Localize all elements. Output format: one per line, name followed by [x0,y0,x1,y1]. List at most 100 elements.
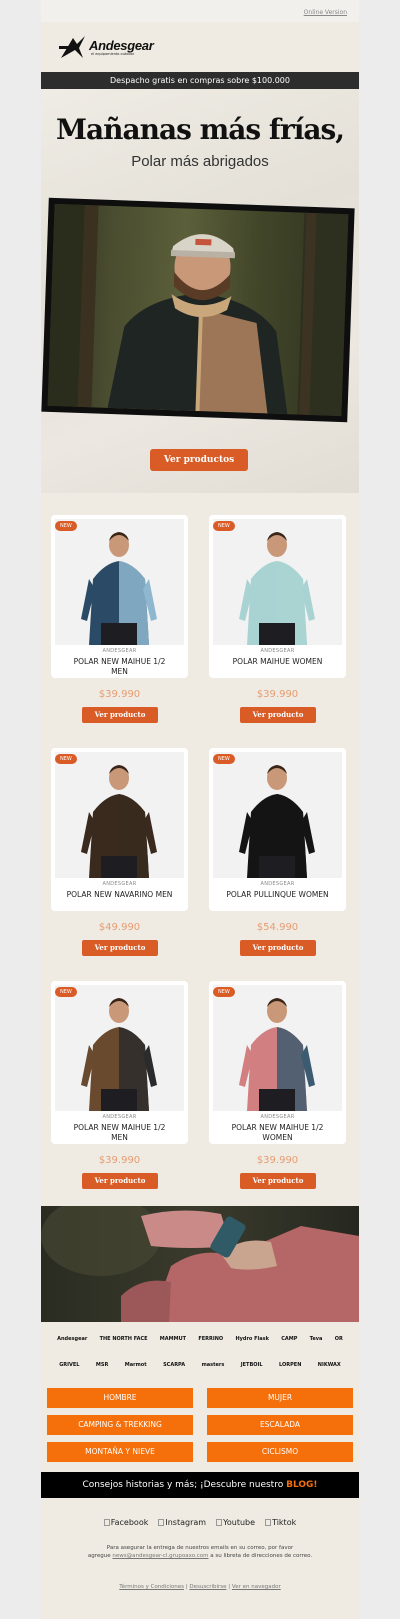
brand-logo[interactable]: SCARPA [163,1362,185,1368]
brand-logo[interactable]: Teva [310,1336,323,1342]
ver-producto-button[interactable]: Ver producto [240,1173,316,1189]
product-image[interactable] [213,752,342,878]
youtube-link[interactable]: Youtube [216,1518,255,1527]
blog-banner[interactable]: Consejos historias y más; ¡Descubre nues… [41,1472,359,1498]
category-button[interactable]: MUJER [207,1388,353,1408]
product-card[interactable]: NEW ANDESGEAR POLAR PULLINQUE WOMEN [209,748,346,911]
ver-producto-button[interactable]: Ver producto [82,940,158,956]
andesgear-logo[interactable]: Andesgear el equipamiento outdoor [59,34,154,60]
online-version-link[interactable]: Online Version [304,9,347,16]
product-brand: ANDESGEAR [102,648,137,654]
brand-logo[interactable]: Hydro Flask [235,1336,268,1342]
product-name[interactable]: POLAR NEW MAIHUE 1/2 MEN [51,657,188,677]
product-card[interactable]: NEW ANDESGEAR POLAR NEW MAIHUE 1/2 WOMEN [209,981,346,1144]
brand-logo[interactable]: THE NORTH FACE [100,1336,148,1342]
broken-image-icon [216,1518,223,1526]
ver-producto-button[interactable]: Ver producto [240,707,316,723]
gloves-banner-image[interactable] [41,1206,359,1322]
terms-link[interactable]: Términos y Condiciones [119,1584,184,1590]
hero-subtitle: Polar más abrigados [131,153,269,170]
broken-image-icon [158,1518,165,1526]
product-card[interactable]: NEW ANDESGEAR POLAR NEW MAIHUE 1/2 MEN [51,515,188,678]
footnote-line2-post: a su libreta de direcciones de correo. [208,1553,313,1559]
product-name[interactable]: POLAR NEW MAIHUE 1/2 WOMEN [209,1123,346,1143]
view-in-browser-link[interactable]: Ver en navegador [232,1584,281,1590]
ver-producto-button[interactable]: Ver producto [82,1173,158,1189]
social-label: Youtube [223,1517,256,1527]
product-model-illustration [239,998,315,1111]
new-badge: NEW [55,521,77,531]
footer-links: Términos y Condiciones | Desuscribirse |… [41,1584,359,1590]
brand-logo[interactable]: masters [202,1362,225,1368]
product-price: $39.990 [98,1155,141,1166]
product-price: $39.990 [256,689,299,700]
broken-image-icon [265,1518,272,1526]
social-label: Facebook [110,1517,149,1527]
footnote-email-link[interactable]: news@andesgear-cl.grupoaxo.com [112,1553,208,1559]
category-button[interactable]: CICLISMO [207,1442,353,1462]
hero-model-illustration [47,203,349,417]
product-model-illustration [81,532,157,645]
product-card[interactable]: NEW ANDESGEAR POLAR MAIHUE WOMEN [209,515,346,678]
product-card[interactable]: NEW ANDESGEAR POLAR NEW MAIHUE 1/2 MEN [51,981,188,1144]
brand-logo[interactable]: Marmot [125,1362,147,1368]
product-name[interactable]: POLAR NEW NAVARINO MEN [51,890,188,900]
unsubscribe-link[interactable]: Desuscribirse [189,1584,226,1590]
broken-image-icon [103,1518,110,1526]
social-links: Facebook Instagram Youtube Tiktok [41,1498,359,1538]
product-brand: ANDESGEAR [102,881,137,887]
product-price: $39.990 [256,1155,299,1166]
brand-logo[interactable]: OR [335,1336,343,1342]
instagram-link[interactable]: Instagram [158,1518,206,1527]
product-name[interactable]: POLAR NEW MAIHUE 1/2 MEN [51,1123,188,1143]
logo-name: Andesgear [89,38,154,53]
product-image[interactable] [55,985,184,1111]
topbar: Online Version [41,0,359,22]
brand-logo[interactable]: CAMP [281,1336,297,1342]
hero-photo[interactable] [41,197,355,423]
social-label: Instagram [165,1517,207,1527]
category-button[interactable]: HOMBRE [47,1388,193,1408]
shipping-banner: Despacho gratis en compras sobre $100.00… [41,72,359,89]
product-brand: ANDESGEAR [260,881,295,887]
product-image[interactable] [55,519,184,645]
category-button[interactable]: CAMPING & TREKKING [47,1415,193,1435]
product-model-illustration [239,532,315,645]
blog-link[interactable]: BLOG! [286,1480,317,1490]
ver-producto-button[interactable]: Ver producto [240,940,316,956]
product-brand: ANDESGEAR [260,1114,295,1120]
category-button[interactable]: ESCALADA [207,1415,353,1435]
category-button[interactable]: MONTAÑA Y NIEVE [47,1442,193,1462]
ver-productos-button[interactable]: Ver productos [150,449,248,471]
brand-logo[interactable]: FERRINO [198,1336,223,1342]
product-name[interactable]: POLAR MAIHUE WOMEN [209,657,346,667]
product-image[interactable] [55,752,184,878]
product-image[interactable] [213,985,342,1111]
product-model-illustration [81,998,157,1111]
footnote-line2-pre: agregue [87,1553,113,1559]
ver-producto-button[interactable]: Ver producto [82,707,158,723]
new-badge: NEW [213,987,235,997]
brand-logo[interactable]: Andesgear [57,1336,87,1342]
product-brand: ANDESGEAR [260,648,295,654]
footnote-line1: Para asegurar la entrega de nuestros ema… [106,1545,294,1551]
brand-logo[interactable]: GRIVEL [59,1362,79,1368]
product-grid: NEW ANDESGEAR POLAR NEW MAIHUE 1/2 MEN $39.… [41,493,359,1206]
product-name[interactable]: POLAR PULLINQUE WOMEN [209,890,346,900]
facebook-link[interactable]: Facebook [103,1517,149,1527]
blog-banner-text: Consejos historias y más; ¡Descubre nues… [82,1480,287,1490]
product-image[interactable] [213,519,342,645]
tiktok-link[interactable]: Tiktok [265,1518,296,1527]
brand-logo[interactable]: LORPEN [279,1362,301,1368]
brand-logo[interactable]: NIKWAX [318,1362,341,1368]
hero-section: Mañanas más frías, Polar más abrigados V… [41,89,359,493]
product-price: $54.990 [256,922,299,933]
product-card[interactable]: NEW ANDESGEAR POLAR NEW NAVARINO MEN [51,748,188,911]
product-price: $49.990 [98,922,141,933]
new-badge: NEW [213,754,235,764]
email-container: Online Version Andesgear el equipamiento… [41,0,359,1619]
category-buttons: HOMBRE MUJER CAMPING & TREKKING ESCALADA MON… [41,1388,359,1462]
brand-logo[interactable]: MAMMUT [160,1336,186,1342]
brand-logo[interactable]: JETBOIL [241,1362,263,1368]
brand-logo[interactable]: MSR [96,1362,108,1368]
